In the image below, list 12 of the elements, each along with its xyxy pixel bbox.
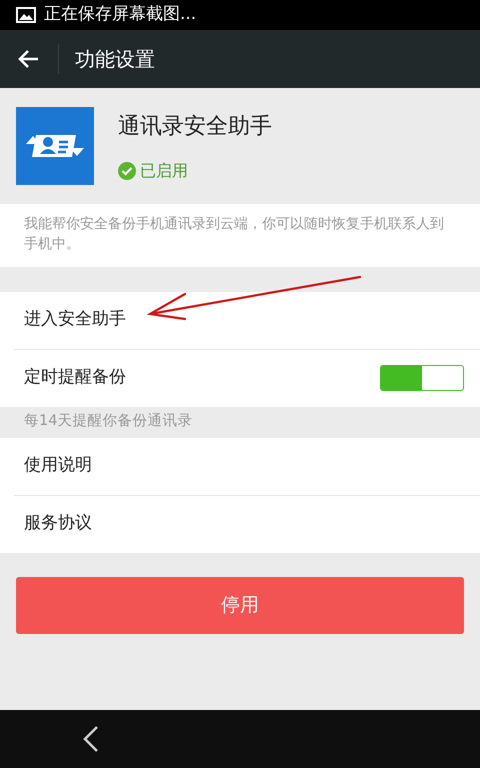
status-text: 已启用 [140, 160, 188, 182]
back-arrow-icon [18, 49, 40, 69]
image-icon [16, 7, 36, 23]
back-chevron-icon [82, 725, 100, 753]
toggle-switch[interactable] [380, 365, 464, 392]
page-title: 功能设置 [75, 46, 155, 73]
description-text: 我能帮你安全备份手机通讯录到云端，你可以随时恢复手机联系人到手机中。 [0, 204, 480, 267]
setting-label: 定时提醒备份 [24, 366, 126, 390]
back-button[interactable] [82, 725, 100, 753]
hint-text: 每14天提醒你备份通讯录 [24, 412, 192, 432]
notification-text: 正在保存屏幕截图... [44, 3, 196, 26]
app-name: 通讯录安全助手 [118, 112, 272, 140]
